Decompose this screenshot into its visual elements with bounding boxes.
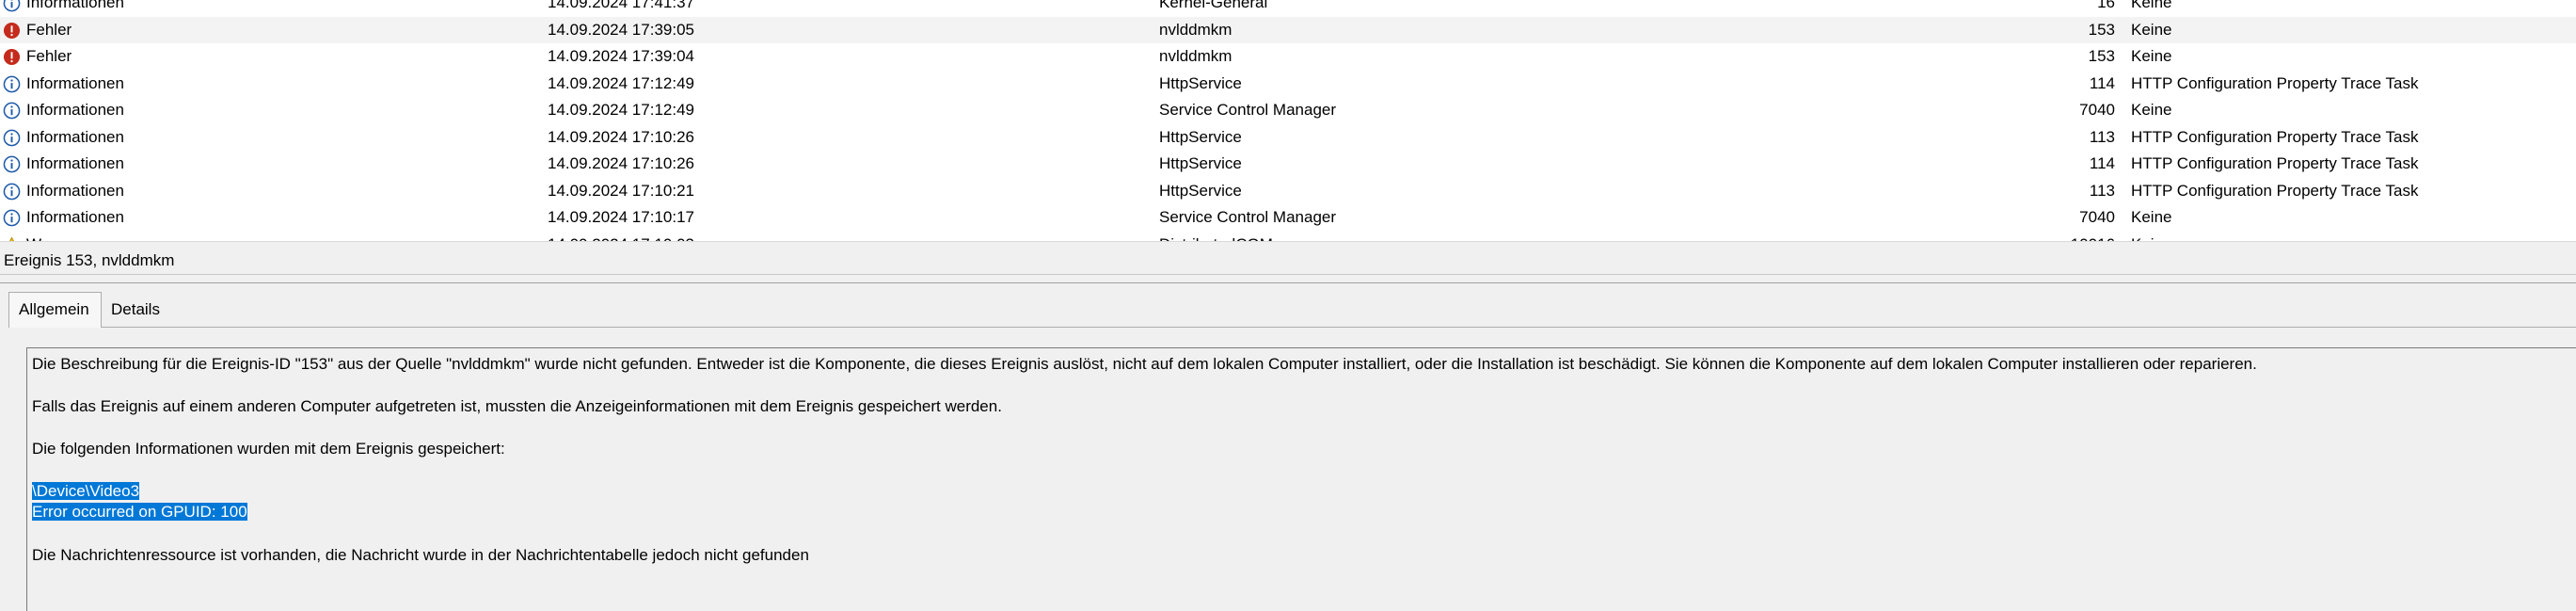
info-icon <box>3 129 21 147</box>
event-source: HttpService <box>1159 181 1242 200</box>
info-icon <box>3 75 21 93</box>
info-icon <box>3 0 21 12</box>
event-list[interactable]: Informationen 14.09.2024 17:41:37 Kernel-G… <box>0 0 2576 241</box>
event-id: 153 <box>2088 20 2115 39</box>
event-source: Kernel-General <box>1159 0 1268 11</box>
event-id: 10016 <box>2032 232 2115 242</box>
detail-separator <box>0 282 2576 283</box>
event-date: 14.09.2024 17:39:05 <box>548 20 694 39</box>
selected-text: Error occurred on GPUID: 100 <box>32 503 247 521</box>
event-task-category: Keine <box>2131 101 2172 119</box>
event-source: Service Control Manager <box>1159 101 1337 119</box>
event-row[interactable]: Informationen 14.09.2024 17:41:37 Kernel-G… <box>0 0 2576 16</box>
event-row[interactable]: Fehler 14.09.2024 17:39:05 nvlddmkm 153 Kein… <box>0 16 2576 43</box>
event-date: 14.09.2024 17:10:26 <box>548 127 694 146</box>
event-id: 114 <box>2089 73 2115 92</box>
event-source: Service Control Manager <box>1159 208 1337 226</box>
event-row[interactable]: Informationen 14.09.2024 17:10:17 Service … <box>0 204 2576 231</box>
event-task-category: Keine <box>2131 47 2172 65</box>
event-level: Informationen <box>26 101 124 119</box>
event-date: 14.09.2024 17:10:21 <box>548 181 694 200</box>
event-source: DistributedCOM <box>1159 232 1273 242</box>
event-level: Warnung <box>26 232 90 242</box>
event-task-category: Keine <box>2131 0 2172 11</box>
event-task-category: HTTP Configuration Property Trace Task <box>2131 73 2419 92</box>
event-date: 14.09.2024 17:12:49 <box>548 101 694 119</box>
event-row[interactable]: Informationen 14.09.2024 17:10:26 HttpServ… <box>0 124 2576 151</box>
event-row[interactable]: Informationen 14.09.2024 17:12:49 HttpServ… <box>0 71 2576 97</box>
event-source: HttpService <box>1159 73 1242 92</box>
description-line: Die Beschreibung für die Ereignis-ID "15… <box>32 355 2257 373</box>
event-level: Informationen <box>26 154 124 172</box>
event-level: Informationen <box>26 208 124 226</box>
list-divider <box>0 241 2576 242</box>
event-id: 16 <box>2097 0 2115 11</box>
event-task-category: HTTP Configuration Property Trace Task <box>2131 154 2419 172</box>
error-icon <box>3 48 21 66</box>
event-description-box[interactable] <box>26 347 2576 611</box>
event-date: 14.09.2024 17:10:26 <box>548 154 694 172</box>
event-id: 7040 <box>2079 101 2115 119</box>
event-level: Fehler <box>26 20 72 39</box>
event-task-category: Keine <box>2131 232 2171 242</box>
tab-details[interactable]: Details <box>102 293 169 327</box>
description-line-selected: Error occurred on GPUID: 100 <box>32 502 247 523</box>
event-source: nvlddmkm <box>1159 20 1232 39</box>
event-id: 153 <box>2088 47 2115 65</box>
description-line: Die folgenden Informationen wurden mit d… <box>32 440 505 458</box>
tab-panel-border <box>8 327 2576 328</box>
description-line: Die Nachrichtenressource ist vorhanden, … <box>32 546 809 564</box>
info-icon <box>3 155 21 173</box>
event-date: 14.09.2024 17:12:49 <box>548 73 694 92</box>
event-source: nvlddmkm <box>1159 47 1232 65</box>
event-id: 113 <box>2089 127 2115 146</box>
event-row[interactable]: Informationen 14.09.2024 17:10:21 HttpServ… <box>0 178 2576 204</box>
event-source: HttpService <box>1159 127 1242 146</box>
event-row[interactable]: Informationen 14.09.2024 17:12:49 Service … <box>0 97 2576 123</box>
event-date: 14.09.2024 17:41:37 <box>548 0 694 11</box>
event-task-category: HTTP Configuration Property Trace Task <box>2131 181 2419 200</box>
event-date: 14.09.2024 17:39:04 <box>548 47 694 65</box>
event-level: Fehler <box>26 47 72 65</box>
event-detail-header: Ereignis 153, nvlddmkm <box>0 247 2576 275</box>
error-icon <box>3 22 21 40</box>
event-level: Informationen <box>26 0 124 11</box>
event-level: Informationen <box>26 73 124 92</box>
event-date: 14.09.2024 17:10:17 <box>548 208 694 226</box>
event-row[interactable]: Warnung 14.09.2024 17:10:03 DistributedCOM… <box>0 232 2576 242</box>
event-row[interactable]: Fehler 14.09.2024 17:39:04 nvlddmkm 153 Kein… <box>0 43 2576 70</box>
event-date: 14.09.2024 17:10:03 <box>548 232 694 242</box>
event-id: 114 <box>2089 154 2115 172</box>
selected-text: \Device\Video3 <box>32 482 140 500</box>
event-id: 113 <box>2089 181 2115 200</box>
description-line: Falls das Ereignis auf einem anderen Com… <box>32 397 1002 415</box>
info-icon <box>3 183 21 201</box>
event-row[interactable]: Informationen 14.09.2024 17:10:26 HttpServ… <box>0 151 2576 177</box>
info-icon <box>3 102 21 120</box>
event-task-category: HTTP Configuration Property Trace Task <box>2131 127 2419 146</box>
event-id: 7040 <box>2079 208 2115 226</box>
event-task-category: Keine <box>2131 208 2172 226</box>
event-source: HttpService <box>1159 154 1242 172</box>
tab-general[interactable]: Allgemein <box>8 292 102 328</box>
event-task-category: Keine <box>2131 20 2172 39</box>
event-level: Informationen <box>26 181 124 200</box>
description-line-selected: \Device\Video3 <box>32 481 140 502</box>
info-icon <box>3 209 21 227</box>
event-level: Informationen <box>26 127 124 146</box>
